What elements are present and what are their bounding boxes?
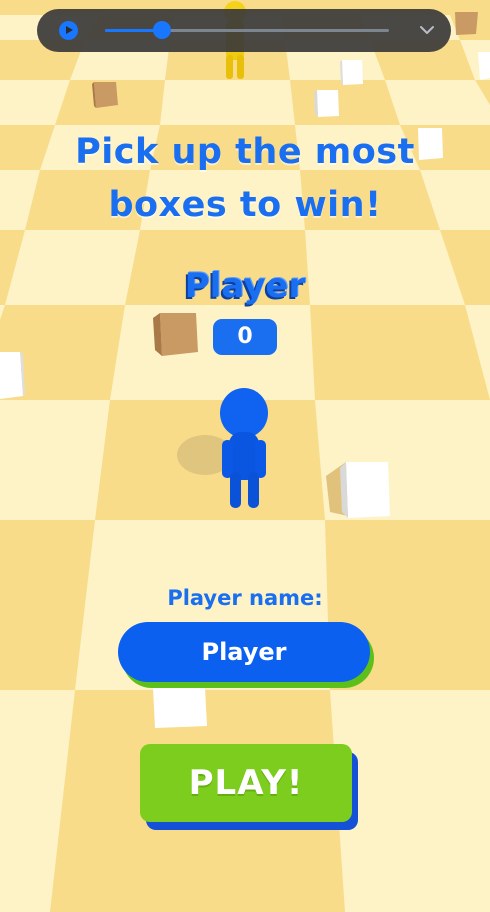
play-button-wrapper: PLAY! (140, 744, 358, 830)
video-progress-track[interactable] (105, 21, 389, 39)
headline-line-2: boxes to win! (108, 185, 382, 225)
box (92, 82, 118, 108)
box (340, 60, 363, 85)
box (478, 52, 490, 80)
video-progress-knob[interactable] (152, 21, 171, 39)
player-name-input[interactable]: Player (118, 622, 370, 682)
player-name-field-wrapper: Player (118, 622, 374, 688)
box (455, 12, 478, 35)
play-button[interactable]: PLAY! (140, 744, 352, 822)
player-display-name: Player (184, 266, 306, 306)
headline-line-1: Pick up the most (75, 132, 415, 172)
video-controls (37, 9, 451, 52)
box (0, 352, 25, 399)
box (314, 90, 339, 117)
box (326, 462, 390, 518)
game-instructions: Pick up the most boxes to win! (0, 126, 490, 232)
score-badge: 0 (213, 319, 277, 355)
game-scene: Pick up the most boxes to win! Player 0 … (0, 0, 490, 912)
player-character (177, 388, 268, 508)
box (153, 313, 198, 356)
player-name-label: Player name: (167, 586, 323, 610)
box (153, 688, 207, 728)
chevron-down-icon[interactable] (419, 22, 435, 38)
play-icon[interactable] (59, 21, 78, 40)
